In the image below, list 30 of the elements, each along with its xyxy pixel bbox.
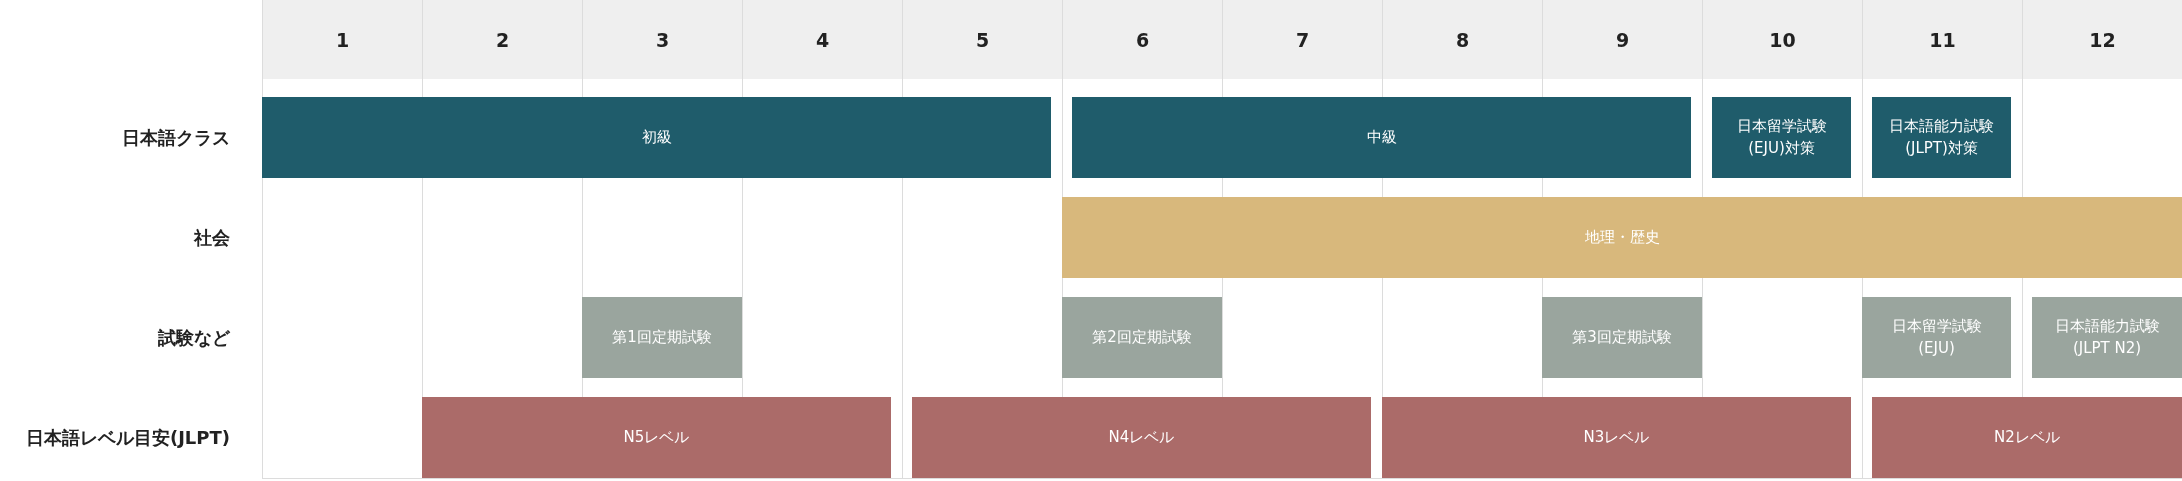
schedule-bar: 日本留学試験 (EJU): [1862, 297, 2011, 378]
row-label: 日本語クラス: [121, 125, 231, 150]
month-header: 8: [1382, 0, 1542, 79]
row-label: 社会: [192, 225, 231, 250]
month-header: 12: [2022, 0, 2182, 79]
schedule-bar: N3レベル: [1382, 397, 1851, 478]
month-header: 2: [422, 0, 582, 79]
schedule-bar: 第2回定期試験: [1062, 297, 1222, 378]
month-header: 3: [582, 0, 742, 79]
schedule-bar: N4レベル: [912, 397, 1371, 478]
month-header: 9: [1542, 0, 1702, 79]
schedule-bar: 日本留学試験 (EJU)対策: [1712, 97, 1851, 178]
row-label: 日本語レベル目安(JLPT): [24, 425, 231, 450]
month-header: 11: [1862, 0, 2022, 79]
month-header: 4: [742, 0, 902, 79]
month-header: 6: [1062, 0, 1222, 79]
month-header: 10: [1702, 0, 1862, 79]
schedule-bar: 第1回定期試験: [582, 297, 742, 378]
month-header: 7: [1222, 0, 1382, 79]
schedule-bar: 地理・歴史: [1062, 197, 2182, 278]
schedule-bar: N2レベル: [1872, 397, 2182, 478]
month-header: 1: [262, 0, 422, 79]
schedule-bar: 初級: [262, 97, 1051, 178]
month-header: 5: [902, 0, 1062, 79]
schedule-bar: 日本語能力試験 (JLPT)対策: [1872, 97, 2011, 178]
schedule-bar: 中級: [1072, 97, 1691, 178]
row-label: 試験など: [157, 325, 231, 350]
schedule-bar: 第3回定期試験: [1542, 297, 1702, 378]
schedule-bar: N5レベル: [422, 397, 891, 478]
schedule-bar: 日本語能力試験 (JLPT N2): [2032, 297, 2182, 378]
